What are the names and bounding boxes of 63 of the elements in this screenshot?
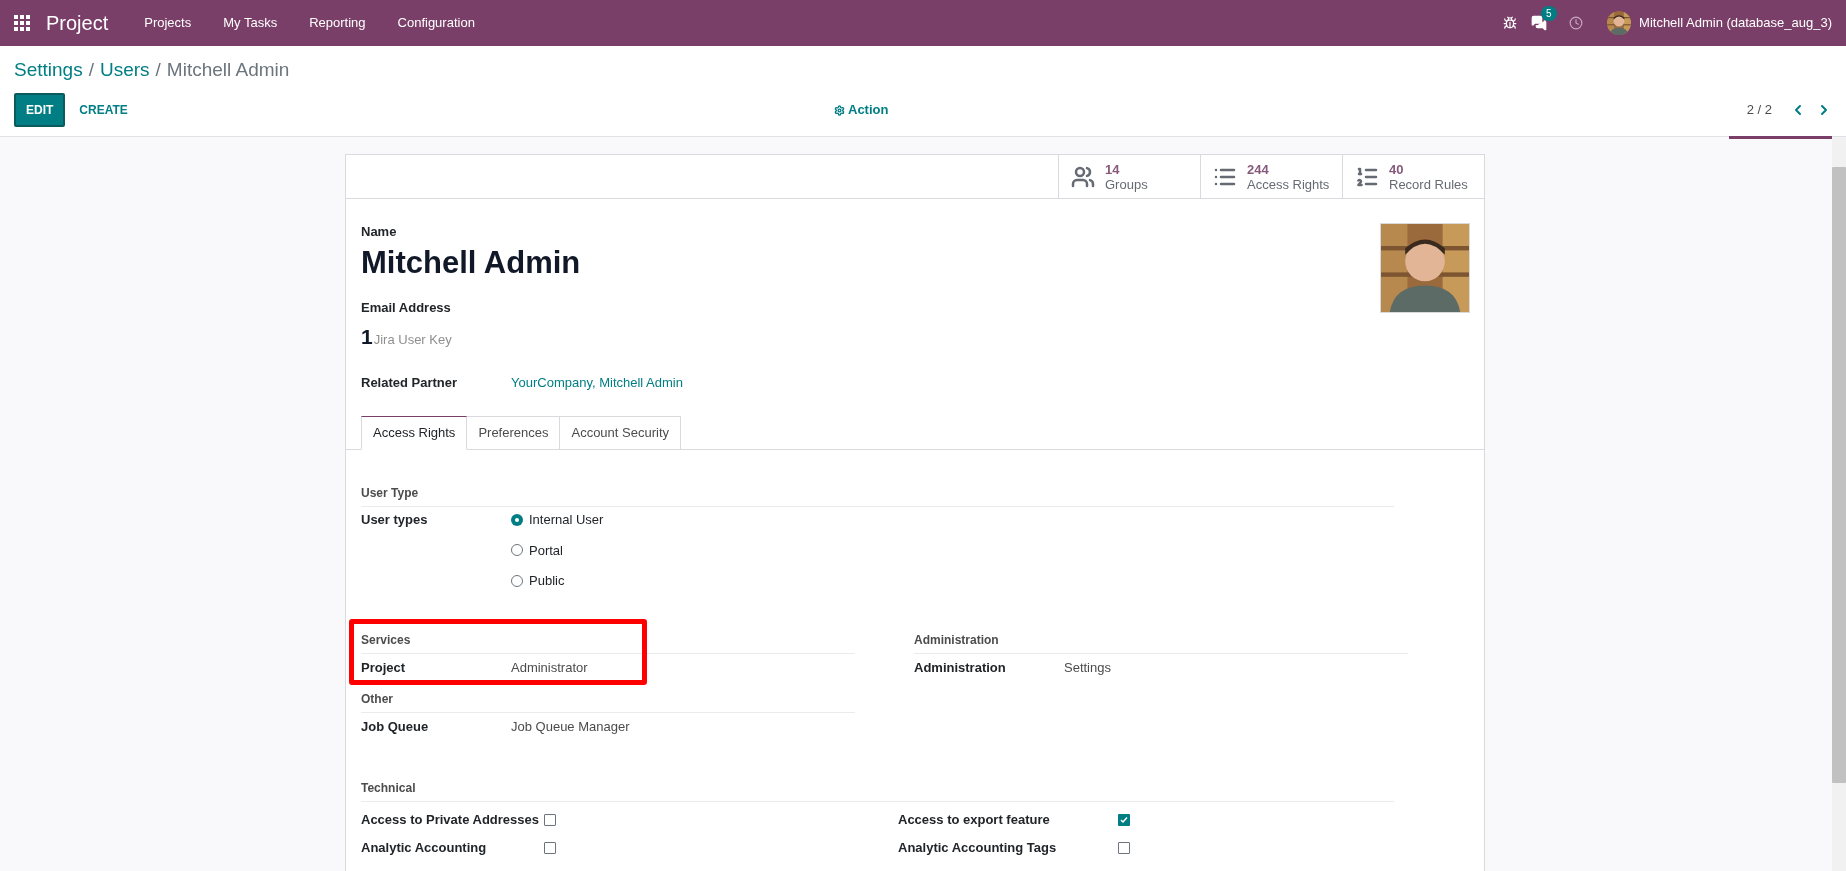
gear-icon [834, 104, 845, 116]
field-label: Access to Private Addresses [361, 810, 540, 829]
breadcrumb-link[interactable]: Users [99, 55, 150, 85]
user-menu[interactable]: Mitchell Admin (database_aug_3) [1639, 13, 1832, 33]
radio-label: Internal User [529, 511, 604, 529]
menu-item[interactable]: Reporting [293, 13, 382, 33]
email-value: 1 [361, 324, 373, 350]
input-field[interactable]: Jira User Key [373, 330, 574, 350]
tab[interactable]: Access Rights [361, 416, 468, 450]
section-title: User Type [361, 484, 1394, 507]
debug-icon[interactable] [1503, 16, 1518, 30]
checkbox[interactable] [1118, 841, 1130, 854]
action-button[interactable]: Action [834, 100, 889, 120]
scrollbar[interactable] [1832, 137, 1846, 871]
radio-button[interactable] [511, 544, 523, 557]
radio-button[interactable] [511, 574, 523, 587]
notification-badge: 5 [1541, 6, 1557, 21]
section-title: Technical [361, 778, 1394, 802]
breadcrumb-separator: / [155, 57, 161, 82]
field-value: Administrator [511, 658, 588, 677]
radio-button[interactable] [511, 513, 523, 526]
pager-value: 2 / 2 [1746, 101, 1772, 120]
users-icon [1071, 164, 1095, 189]
edit-button[interactable]: EDIT [14, 93, 66, 127]
field-label: Access to export feature [898, 810, 1051, 829]
activity-icon[interactable] [1569, 16, 1584, 30]
field-label: Related Partner [361, 373, 459, 392]
user-name: Mitchell Admin [361, 243, 582, 282]
breadcrumb-current: Mitchell Admin [166, 57, 290, 82]
radio-label: Public [529, 572, 565, 590]
stat-button[interactable]: 244 Access Rights [1200, 155, 1342, 198]
radio-label: Portal [529, 541, 563, 560]
field-label: Analytic Accounting Tags [898, 838, 1058, 857]
stat-button[interactable]: 14 Groups [1058, 155, 1200, 198]
field-label: Job Queue [361, 717, 430, 736]
breadcrumb-link[interactable]: Settings [14, 55, 83, 85]
app-title: Project [46, 11, 109, 36]
breadcrumb-separator: / [88, 57, 94, 82]
menu-item[interactable]: My Tasks [207, 13, 294, 33]
field-value: Job Queue Manager [511, 717, 630, 736]
checkbox[interactable] [544, 841, 556, 854]
field-label: Email Address [361, 298, 452, 317]
field-label: Analytic Accounting [361, 838, 488, 857]
partner-link[interactable]: YourCompany, Mitchell Admin [511, 372, 683, 392]
menu-item[interactable]: Configuration [381, 13, 491, 33]
checkbox[interactable] [544, 813, 556, 826]
field-label: User types [361, 511, 429, 529]
create-button[interactable]: CREATE [67, 93, 140, 127]
menu-item[interactable]: Projects [128, 13, 208, 33]
field-label: Project [361, 658, 407, 677]
group-title: Services [361, 630, 855, 654]
user-avatar [1607, 11, 1632, 35]
chat-icon[interactable] [1531, 15, 1548, 31]
stat-button[interactable]: 40 Record Rules [1342, 155, 1484, 198]
checkbox[interactable] [1118, 813, 1130, 826]
apps-menu-icon[interactable] [14, 15, 30, 31]
group-title: Administration [914, 630, 1408, 654]
field-label: Name [361, 223, 398, 241]
field-label: Administration [914, 658, 1007, 677]
group-title: Other [361, 689, 855, 713]
tab[interactable]: Preferences [467, 416, 561, 450]
field-value: Settings [1064, 658, 1111, 677]
tab[interactable]: Account Security [560, 416, 681, 450]
